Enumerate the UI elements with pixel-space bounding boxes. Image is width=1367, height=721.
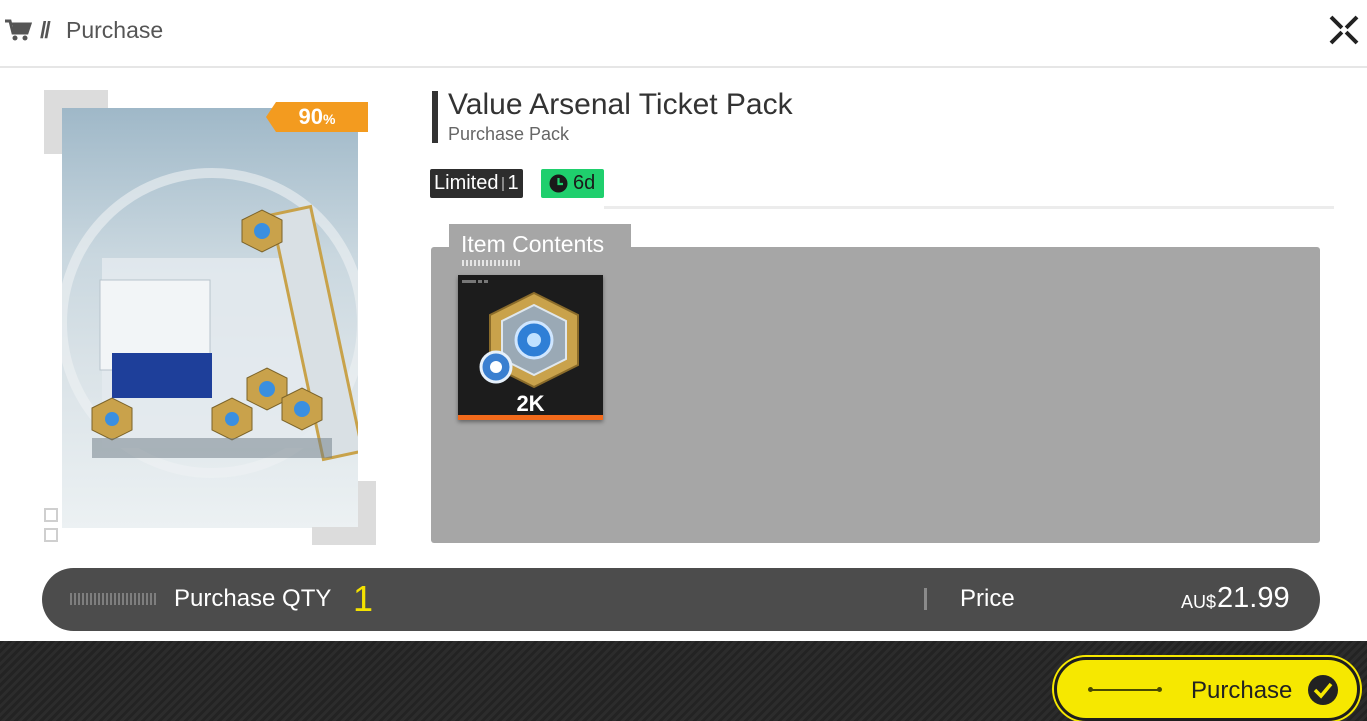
header-slash: // xyxy=(40,17,51,43)
header-bar: // Purchase xyxy=(0,0,1367,68)
close-icon[interactable] xyxy=(1326,12,1362,48)
page-indicator[interactable] xyxy=(44,508,58,522)
item-quantity: 2K xyxy=(516,391,545,416)
price-currency: AU$ xyxy=(1181,592,1217,612)
purchase-qty-value[interactable]: 1 xyxy=(353,578,373,620)
purchase-summary-bar: Purchase QTY 1 Price AU$ 21.99 xyxy=(42,568,1320,631)
pack-illustration xyxy=(57,168,367,478)
item-contents-label: Item Contents xyxy=(449,224,631,258)
limited-separator xyxy=(502,176,505,191)
pack-subtitle: Purchase Pack xyxy=(448,124,570,144)
time-left-value: 6d xyxy=(573,172,596,194)
page-title: Purchase xyxy=(66,17,164,43)
pack-image: 90% xyxy=(44,90,376,545)
price-label: Price xyxy=(960,585,1015,612)
pack-title: Value Arsenal Ticket Pack xyxy=(448,88,793,121)
purchase-qty-label: Purchase QTY xyxy=(174,585,332,612)
button-decor-line xyxy=(1088,687,1162,692)
cart-icon xyxy=(5,19,32,41)
time-left-badge: 6d xyxy=(541,169,604,198)
item-card[interactable]: 2K xyxy=(458,275,603,420)
divider xyxy=(604,206,1334,209)
decorative-dash xyxy=(462,260,522,266)
price-value: 21.99 xyxy=(1217,582,1290,614)
discount-unit: % xyxy=(323,111,336,127)
check-icon xyxy=(1308,675,1338,705)
purchase-button[interactable]: Purchase xyxy=(1054,657,1360,721)
frame-corner xyxy=(312,481,376,545)
discount-badge: 90% xyxy=(266,102,368,132)
arsenal-ticket-icon xyxy=(479,291,579,389)
purchase-button-label: Purchase xyxy=(1191,677,1293,704)
title-accent-bar xyxy=(432,91,438,143)
limited-badge: Limited 1 xyxy=(430,169,523,198)
rarity-bar xyxy=(458,415,603,420)
limited-label: Limited xyxy=(434,172,499,194)
page-indicator[interactable] xyxy=(44,528,58,542)
bar-separator xyxy=(924,588,927,610)
pack-artwork xyxy=(57,108,367,528)
discount-value: 90 xyxy=(298,104,324,129)
clock-icon xyxy=(549,174,568,193)
item-card-dots xyxy=(462,280,488,283)
decorative-dash xyxy=(70,593,156,605)
limited-count: 1 xyxy=(507,172,519,194)
